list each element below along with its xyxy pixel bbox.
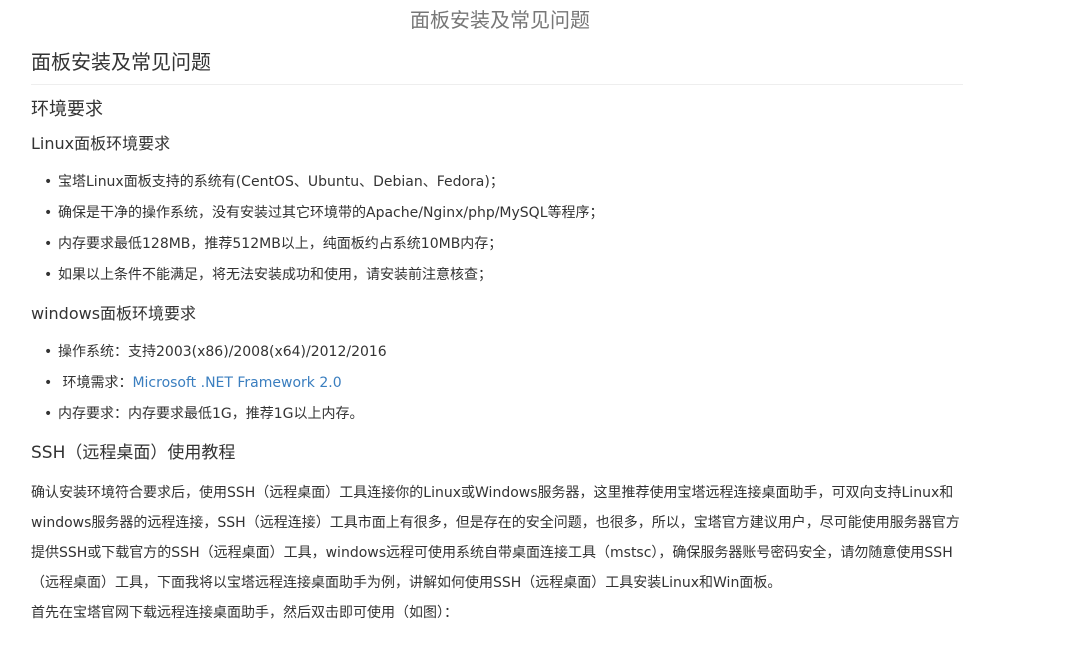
ssh-tutorial-paragraph: 确认安装环境符合要求后，使用SSH（远程桌面）工具连接你的Linux或Windo… <box>31 485 960 591</box>
windows-requirements-heading: windows面板环境要求 <box>31 304 197 323</box>
page-header-title: 面板安装及常见问题 <box>410 8 590 32</box>
article-title: 面板安装及常见问题 <box>31 48 963 85</box>
list-item: 如果以上条件不能满足，将无法安装成功和使用，请安装前注意核查； <box>44 260 963 291</box>
linux-requirements-list: 宝塔Linux面板支持的系统有(CentOS、Ubuntu、Debian、Fed… <box>31 167 963 291</box>
ssh-tutorial-heading: SSH（远程桌面）使用教程 <box>31 443 236 463</box>
env-requirements-heading: 环境要求 <box>31 99 103 120</box>
list-item: 环境需求：Microsoft .NET Framework 2.0 <box>44 368 963 399</box>
list-item: 内存要求最低128MB，推荐512MB以上，纯面板约占系统10MB内存； <box>44 229 963 260</box>
dotnet-framework-link[interactable]: Microsoft .NET Framework 2.0 <box>132 375 341 391</box>
linux-requirements-heading: Linux面板环境要求 <box>31 134 171 153</box>
ssh-download-paragraph: 首先在宝塔官网下载远程连接桌面助手，然后双击即可使用（如图）： <box>31 605 458 621</box>
list-item: 确保是干净的操作系统，没有安装过其它环境带的Apache/Nginx/php/M… <box>44 198 963 229</box>
list-item: 内存要求：内存要求最低1G，推荐1G以上内存。 <box>44 399 963 430</box>
article-body: 面板安装及常见问题 环境要求 Linux面板环境要求 宝塔Linux面板支持的系… <box>31 48 963 628</box>
windows-requirements-list: 操作系统：支持2003(x86)/2008(x64)/2012/2016 环境需… <box>31 337 963 430</box>
list-item: 操作系统：支持2003(x86)/2008(x64)/2012/2016 <box>44 337 963 368</box>
list-item: 宝塔Linux面板支持的系统有(CentOS、Ubuntu、Debian、Fed… <box>44 167 963 198</box>
list-item-prefix: 环境需求： <box>62 375 133 391</box>
